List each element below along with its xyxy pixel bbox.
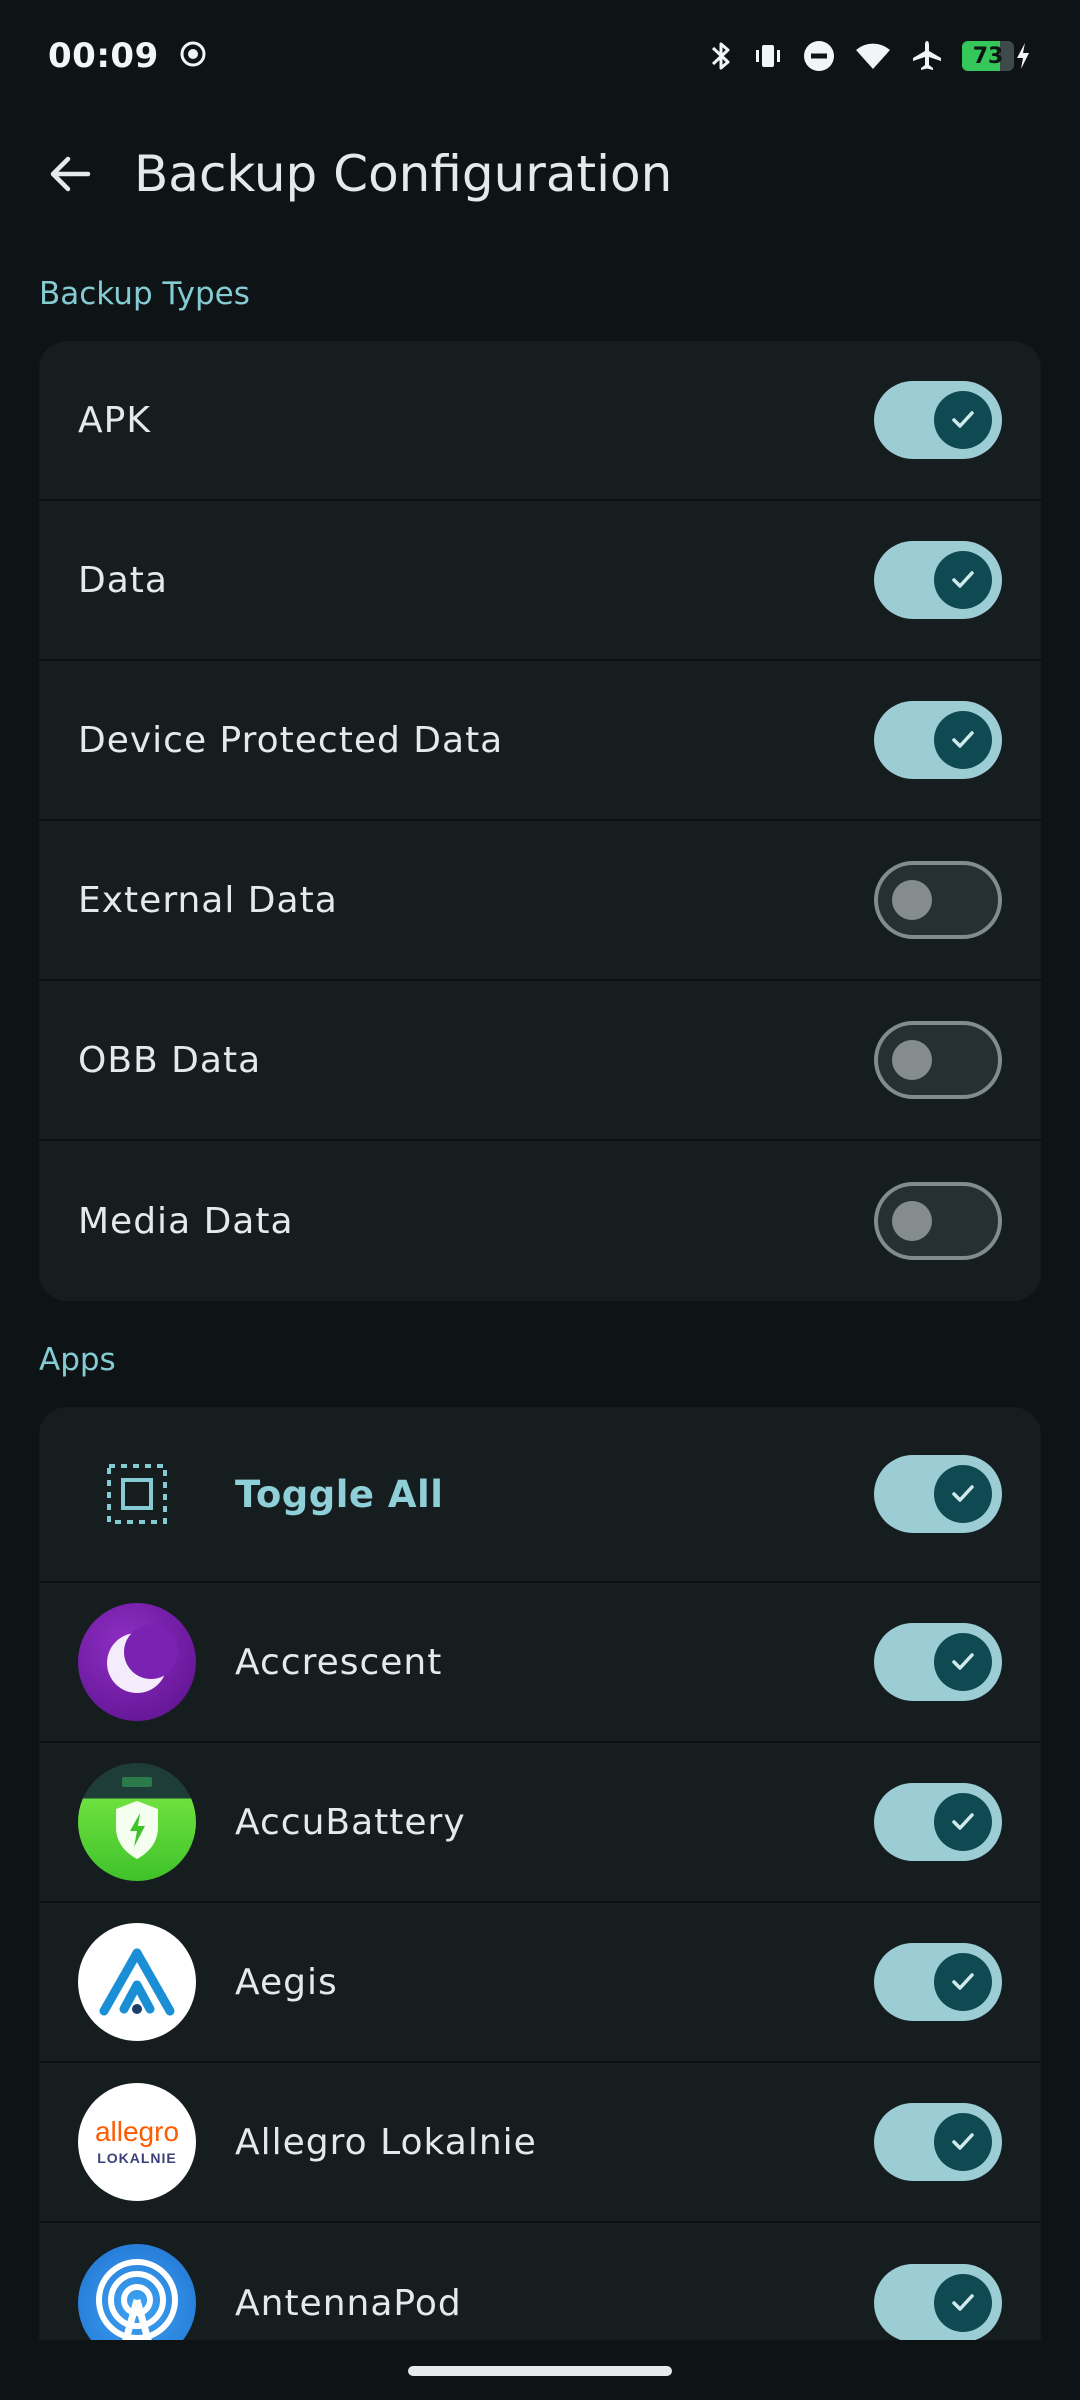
battery-level: 73 <box>972 43 1004 69</box>
page-title: Backup Configuration <box>134 145 673 203</box>
check-icon <box>952 1653 974 1670</box>
check-icon <box>952 411 974 428</box>
backup-type-label: Data <box>78 559 168 601</box>
app-name: Aegis <box>235 1961 338 2003</box>
app-row-accubattery[interactable]: AccuBattery <box>39 1743 1041 1903</box>
backup-type-label: APK <box>78 399 151 441</box>
check-icon <box>952 2294 974 2311</box>
check-icon <box>952 1813 974 1830</box>
check-icon <box>952 1973 974 1990</box>
check-icon <box>952 1485 974 1502</box>
obb-data-switch[interactable] <box>874 1021 1002 1099</box>
app-name: AntennaPod <box>235 2282 462 2324</box>
back-button[interactable] <box>22 126 118 222</box>
apps-card: Toggle All Accrescent AccuBattery Aegis … <box>39 1407 1041 2340</box>
toggle-all-row[interactable]: Toggle All <box>39 1407 1041 1583</box>
gesture-handle[interactable] <box>408 2366 672 2376</box>
backup-type-label: Media Data <box>78 1200 294 1242</box>
allegro-lokalnie-icon: allegro LOKALNIE <box>78 2083 196 2201</box>
accubattery-switch[interactable] <box>874 1783 1002 1861</box>
arrow-back-icon <box>50 156 91 192</box>
lokalnie-logo-text: LOKALNIE <box>97 2150 177 2166</box>
toggle-all-label: Toggle All <box>235 1472 444 1516</box>
status-time: 00:09 <box>48 36 159 76</box>
backup-type-row-apk[interactable]: APK <box>39 341 1041 501</box>
airplane-mode-icon <box>910 39 944 73</box>
apps-heading: Apps <box>39 1342 116 1378</box>
data-switch[interactable] <box>874 541 1002 619</box>
app-row-accrescent[interactable]: Accrescent <box>39 1583 1041 1743</box>
app-bar: Backup Configuration <box>0 112 1080 236</box>
antennapod-switch[interactable] <box>874 2264 1002 2340</box>
app-row-aegis[interactable]: Aegis <box>39 1903 1041 2063</box>
backup-type-row-external-data[interactable]: External Data <box>39 821 1041 981</box>
bluetooth-icon <box>708 39 734 73</box>
backup-types-heading: Backup Types <box>39 276 250 312</box>
check-icon <box>952 571 974 588</box>
external-data-switch[interactable] <box>874 861 1002 939</box>
select-all-icon <box>78 1435 196 1553</box>
allegro-lokalnie-switch[interactable] <box>874 2103 1002 2181</box>
accrescent-switch[interactable] <box>874 1623 1002 1701</box>
allegro-logo-text: allegro <box>94 2116 180 2147</box>
app-row-antennapod[interactable]: AntennaPod <box>39 2223 1041 2340</box>
check-icon <box>952 731 974 748</box>
app-row-allegro-lokalnie[interactable]: allegro LOKALNIE Allegro Lokalnie <box>39 2063 1041 2223</box>
backup-type-row-data[interactable]: Data <box>39 501 1041 661</box>
backup-type-label: OBB Data <box>78 1039 262 1081</box>
aegis-icon <box>78 1923 196 2041</box>
backup-type-row-device-protected-data[interactable]: Device Protected Data <box>39 661 1041 821</box>
vibrate-icon <box>752 40 784 72</box>
backup-type-label: Device Protected Data <box>78 719 504 761</box>
apk-switch[interactable] <box>874 381 1002 459</box>
app-name: AccuBattery <box>235 1801 466 1843</box>
do-not-disturb-icon <box>802 39 836 73</box>
aegis-switch[interactable] <box>874 1943 1002 2021</box>
status-bar: 00:09 73 <box>0 0 1080 112</box>
accubattery-icon <box>78 1763 196 1881</box>
accrescent-icon <box>78 1603 196 1721</box>
backup-types-card: APK Data Device Protected Data External … <box>39 341 1041 1301</box>
device-protected-data-switch[interactable] <box>874 701 1002 779</box>
backup-type-row-obb-data[interactable]: OBB Data <box>39 981 1041 1141</box>
battery-icon: 73 <box>962 41 1032 71</box>
wifi-icon <box>854 41 892 71</box>
app-name: Accrescent <box>235 1641 443 1683</box>
app-name: Allegro Lokalnie <box>235 2121 537 2163</box>
toggle-all-switch[interactable] <box>874 1455 1002 1533</box>
backup-type-label: External Data <box>78 879 338 921</box>
check-icon <box>952 2133 974 2150</box>
backup-type-row-media-data[interactable]: Media Data <box>39 1141 1041 1301</box>
antennapod-icon <box>78 2244 196 2340</box>
media-data-switch[interactable] <box>874 1182 1002 1260</box>
record-indicator-icon <box>179 40 207 72</box>
